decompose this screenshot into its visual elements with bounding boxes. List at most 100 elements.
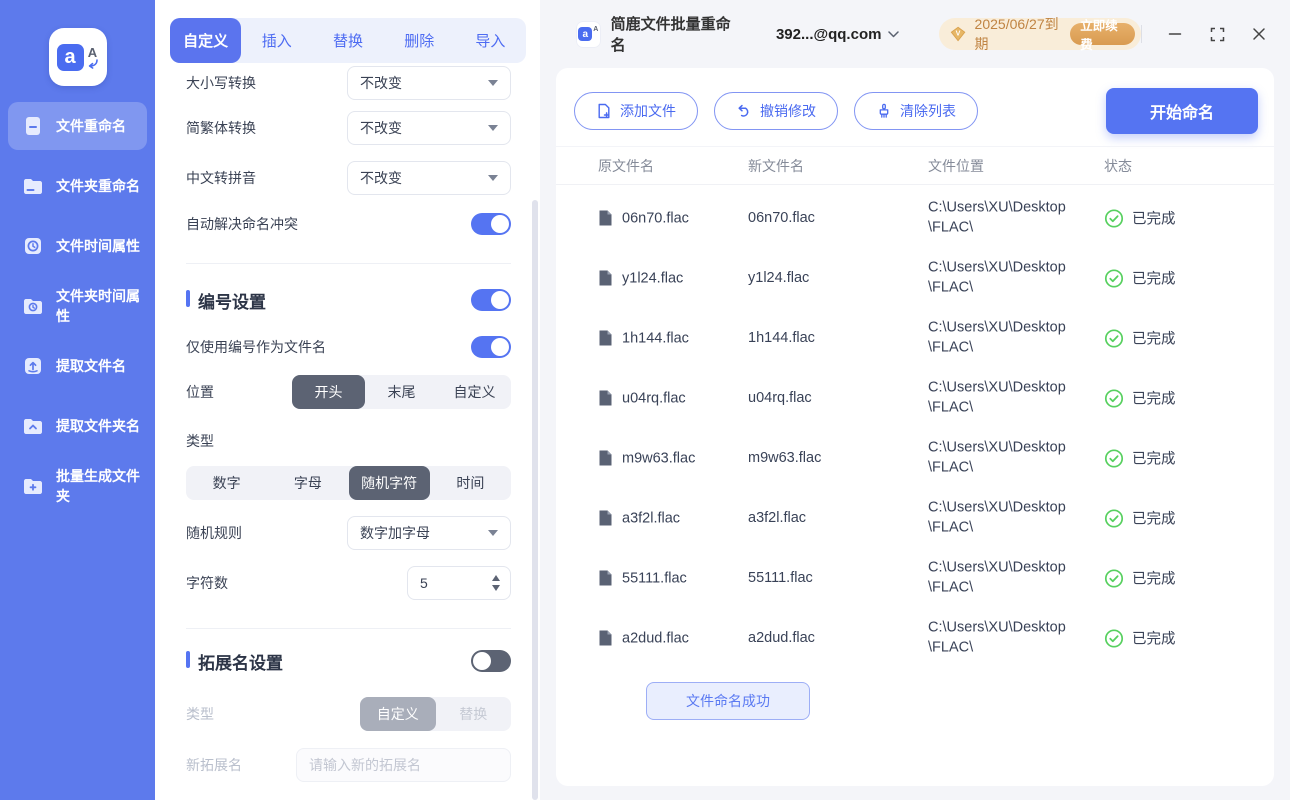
col-new-name: 新文件名 <box>748 156 804 176</box>
auto-conflict-toggle[interactable] <box>471 213 511 235</box>
success-check-icon <box>1104 628 1124 648</box>
only-number-toggle[interactable] <box>471 336 511 358</box>
success-check-icon <box>1104 568 1124 588</box>
position-option-start[interactable]: 开头 <box>292 375 365 409</box>
ext-type-option-custom[interactable]: 自定义 <box>360 697 436 731</box>
broom-icon <box>876 103 892 119</box>
type-option-number[interactable]: 数字 <box>186 466 267 500</box>
table-row[interactable]: 55111.flac 55111.flac C:\Users\XU\Deskto… <box>556 548 1274 608</box>
tab-delete[interactable]: 删除 <box>384 18 455 63</box>
logo-A-glyph: A <box>593 26 598 33</box>
pinyin-select[interactable]: 不改变 <box>347 161 511 195</box>
table-row[interactable]: a2dud.flac a2dud.flac C:\Users\XU\Deskto… <box>556 608 1274 668</box>
status-text: 已完成 <box>1132 628 1176 649</box>
minimize-button[interactable] <box>1166 25 1184 43</box>
position-option-end[interactable]: 末尾 <box>365 375 438 409</box>
app-logo: a A <box>49 28 107 86</box>
file-path-line1: C:\Users\XU\Desktop <box>928 439 1108 459</box>
app-icon: a A <box>576 21 601 48</box>
file-icon <box>598 390 613 407</box>
sidebar-item-file-time[interactable]: 文件时间属性 <box>8 222 147 270</box>
simp-trad-select[interactable]: 不改变 <box>347 111 511 145</box>
position-segmented-control: 开头 末尾 自定义 <box>292 375 511 409</box>
char-count-input[interactable] <box>420 575 475 591</box>
close-button[interactable] <box>1250 25 1268 43</box>
sidebar-item-extract-foldername[interactable]: 提取文件夹名 <box>8 402 147 450</box>
sidebar-item-folder-rename[interactable]: 文件夹重命名 <box>8 162 147 210</box>
col-status: 状态 <box>1104 156 1132 176</box>
type-option-time[interactable]: 时间 <box>430 466 511 500</box>
tab-custom[interactable]: 自定义 <box>170 18 241 63</box>
renew-button[interactable]: 立即续费 <box>1070 23 1135 45</box>
col-original-name: 原文件名 <box>598 156 654 176</box>
clear-list-button[interactable]: 清除列表 <box>854 92 978 130</box>
batch-create-folder-icon <box>21 474 45 498</box>
file-path-line2: \FLAC\ <box>928 458 1108 478</box>
file-path-line2: \FLAC\ <box>928 278 1108 298</box>
sidebar-item-label: 文件夹时间属性 <box>56 286 147 326</box>
ext-type-segmented-control: 自定义 替换 <box>360 697 511 731</box>
position-label: 位置 <box>186 382 214 402</box>
success-check-icon <box>1104 328 1124 348</box>
table-row[interactable]: y1l24.flac y1l24.flac C:\Users\XU\Deskto… <box>556 248 1274 308</box>
table-row[interactable]: m9w63.flac m9w63.flac C:\Users\XU\Deskto… <box>556 428 1274 488</box>
case-convert-label: 大小写转换 <box>186 73 256 93</box>
stepper-up-icon[interactable] <box>492 575 500 581</box>
logo-A-glyph: A <box>88 46 97 59</box>
tab-import[interactable]: 导入 <box>455 18 526 63</box>
table-row[interactable]: a3f2l.flac a3f2l.flac C:\Users\XU\Deskto… <box>556 488 1274 548</box>
settings-panel: 自定义 插入 替换 删除 导入 大小写转换 不改变 简繁体转换 不改变 <box>155 0 540 800</box>
original-name: 06n70.flac <box>622 210 689 226</box>
chevron-down-icon <box>888 31 899 38</box>
status-text: 已完成 <box>1132 508 1176 529</box>
sidebar-item-extract-filename[interactable]: 提取文件名 <box>8 342 147 390</box>
undo-button[interactable]: 撤销修改 <box>714 92 838 130</box>
file-icon <box>598 330 613 347</box>
add-files-button[interactable]: 添加文件 <box>574 92 698 130</box>
type-option-random[interactable]: 随机字符 <box>349 466 430 500</box>
stepper-down-icon[interactable] <box>492 585 500 591</box>
extension-toggle[interactable] <box>471 650 511 672</box>
ext-type-option-replace[interactable]: 替换 <box>436 697 512 731</box>
chevron-down-icon <box>488 125 498 131</box>
type-label: 类型 <box>186 433 214 449</box>
new-name: 55111.flac <box>748 570 813 586</box>
titlebar: a A 简鹿文件批量重命名 392...@qq.com V 2025/06/27… <box>540 0 1290 68</box>
file-icon <box>598 450 613 467</box>
char-count-label: 字符数 <box>186 573 228 593</box>
success-check-icon <box>1104 388 1124 408</box>
tab-insert[interactable]: 插入 <box>241 18 312 63</box>
col-file-location: 文件位置 <box>928 156 984 176</box>
random-rule-label: 随机规则 <box>186 523 242 543</box>
chevron-down-icon <box>488 175 498 181</box>
table-row[interactable]: u04rq.flac u04rq.flac C:\Users\XU\Deskto… <box>556 368 1274 428</box>
original-name: 55111.flac <box>622 570 687 586</box>
settings-scrollbar[interactable] <box>532 200 538 800</box>
new-name: m9w63.flac <box>748 450 821 466</box>
folder-rename-icon <box>21 174 45 198</box>
table-row[interactable]: 06n70.flac 06n70.flac C:\Users\XU\Deskto… <box>556 188 1274 248</box>
random-rule-select[interactable]: 数字加字母 <box>347 516 511 550</box>
sidebar-item-file-rename[interactable]: 文件重命名 <box>8 102 147 150</box>
file-path-line2: \FLAC\ <box>928 218 1108 238</box>
sidebar-item-folder-time[interactable]: 文件夹时间属性 <box>8 282 147 330</box>
account-menu[interactable]: 392...@qq.com <box>776 26 900 43</box>
maximize-button[interactable] <box>1208 25 1226 43</box>
sidebar-item-label: 文件时间属性 <box>56 236 140 256</box>
numbering-toggle[interactable] <box>471 289 511 311</box>
simp-trad-value: 不改变 <box>360 118 402 138</box>
type-option-letter[interactable]: 字母 <box>267 466 348 500</box>
case-convert-select[interactable]: 不改变 <box>347 66 511 100</box>
position-option-custom[interactable]: 自定义 <box>438 375 511 409</box>
tab-replace[interactable]: 替换 <box>312 18 383 63</box>
sidebar-item-batch-create-folder[interactable]: 批量生成文件夹 <box>8 462 147 510</box>
original-name: 1h144.flac <box>622 330 689 346</box>
original-name: u04rq.flac <box>622 390 686 406</box>
logo-a-icon: a <box>578 27 592 41</box>
table-row[interactable]: 1h144.flac 1h144.flac C:\Users\XU\Deskto… <box>556 308 1274 368</box>
account-email: 392...@qq.com <box>776 26 882 43</box>
start-rename-button[interactable]: 开始命名 <box>1106 88 1258 134</box>
new-ext-input[interactable] <box>296 748 511 782</box>
new-name: 06n70.flac <box>748 210 815 226</box>
file-path-line1: C:\Users\XU\Desktop <box>928 199 1108 219</box>
